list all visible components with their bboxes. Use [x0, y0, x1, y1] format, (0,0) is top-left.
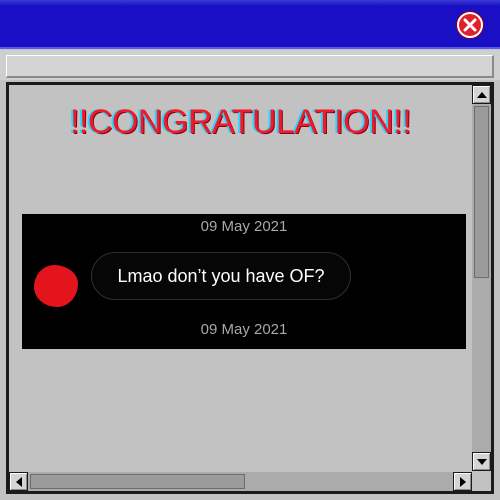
page-title: !!CONGRATULATION!!	[69, 103, 412, 141]
horizontal-scrollbar[interactable]	[9, 472, 472, 491]
toolbar	[0, 50, 500, 80]
horizontal-scroll-thumb[interactable]	[30, 474, 245, 489]
arrow-up-icon	[476, 91, 487, 98]
chat-screenshot: 09 May 2021 Lmao don’t you have OF? 09 M…	[22, 214, 466, 349]
scroll-up-button[interactable]	[472, 85, 491, 104]
chat-date-bottom: 09 May 2021	[200, 321, 288, 338]
arrow-right-icon	[459, 476, 466, 487]
arrow-down-icon	[476, 458, 487, 465]
arrow-left-icon	[15, 476, 22, 487]
title-bar	[0, 0, 500, 49]
content-area: !!CONGRATULATION!! 09 May 2021 Lmao don’…	[9, 85, 472, 471]
toolbar-panel	[6, 55, 494, 78]
chat-date-top: 09 May 2021	[200, 218, 288, 235]
scroll-left-button[interactable]	[9, 472, 28, 491]
scroll-down-button[interactable]	[472, 452, 491, 471]
avatar	[34, 265, 78, 307]
scrollbar-corner	[472, 472, 491, 491]
vertical-scrollbar[interactable]	[472, 85, 491, 471]
scroll-right-button[interactable]	[453, 472, 472, 491]
vertical-scroll-thumb[interactable]	[474, 106, 489, 278]
message-text: Lmao don’t you have OF?	[117, 265, 325, 286]
close-button[interactable]	[457, 12, 483, 38]
close-icon	[463, 18, 477, 32]
message-bubble: Lmao don’t you have OF?	[91, 252, 351, 300]
